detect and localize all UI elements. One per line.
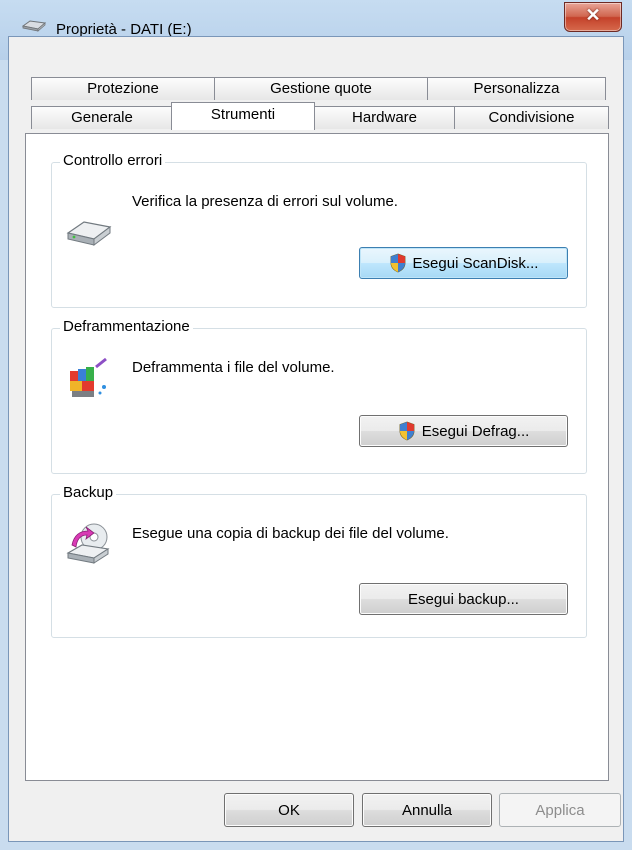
uac-shield-icon bbox=[390, 253, 405, 273]
ok-button[interactable]: OK bbox=[224, 793, 354, 827]
uac-shield-icon bbox=[399, 421, 415, 441]
backup-icon bbox=[66, 523, 110, 564]
defrag-icon bbox=[70, 357, 107, 397]
run-defrag-button[interactable]: Esegui Defrag... bbox=[359, 415, 568, 447]
tools-tab-panel: Controllo errori Verifica la presenza di… bbox=[25, 133, 609, 781]
close-icon: ✕ bbox=[585, 5, 601, 25]
tab-hardware[interactable]: Hardware bbox=[314, 106, 455, 129]
apply-button[interactable]: Applica bbox=[499, 793, 621, 827]
group-error-check: Controllo errori Verifica la presenza di… bbox=[51, 152, 587, 308]
group-label-backup: Backup bbox=[60, 484, 117, 501]
hard-drive-icon bbox=[66, 221, 112, 246]
error-check-description: Verifica la presenza di errori sul volum… bbox=[132, 193, 398, 210]
run-scandisk-button[interactable]: Esegui ScanDisk... bbox=[359, 247, 568, 279]
group-label-error-check: Controllo errori bbox=[60, 152, 166, 169]
tab-protezione[interactable]: Protezione bbox=[31, 77, 215, 100]
drive-icon bbox=[22, 20, 46, 32]
group-label-defrag: Deframmentazione bbox=[60, 318, 193, 335]
tab-strumenti[interactable]: Strumenti bbox=[171, 102, 315, 130]
group-defrag: Deframmentazione Deframmenta i file del … bbox=[51, 318, 587, 474]
run-backup-button[interactable]: Esegui backup... bbox=[359, 583, 568, 615]
defrag-description: Deframmenta i file del volume. bbox=[132, 359, 335, 376]
tab-generale[interactable]: Generale bbox=[31, 106, 173, 129]
cancel-button[interactable]: Annulla bbox=[362, 793, 492, 827]
properties-window: Proprietà - DATI (E:) ✕ Protezione Gesti… bbox=[0, 0, 632, 850]
title-bar[interactable]: Proprietà - DATI (E:) ✕ bbox=[0, 0, 632, 38]
backup-description: Esegue una copia di backup dei file del … bbox=[132, 525, 449, 542]
tab-personalizza[interactable]: Personalizza bbox=[427, 77, 606, 100]
close-button[interactable]: ✕ bbox=[564, 2, 622, 32]
group-backup: Backup Esegue una copia di backup dei fi… bbox=[51, 484, 587, 638]
tab-condivisione[interactable]: Condivisione bbox=[454, 106, 609, 129]
tab-gestione-quote[interactable]: Gestione quote bbox=[214, 77, 428, 100]
